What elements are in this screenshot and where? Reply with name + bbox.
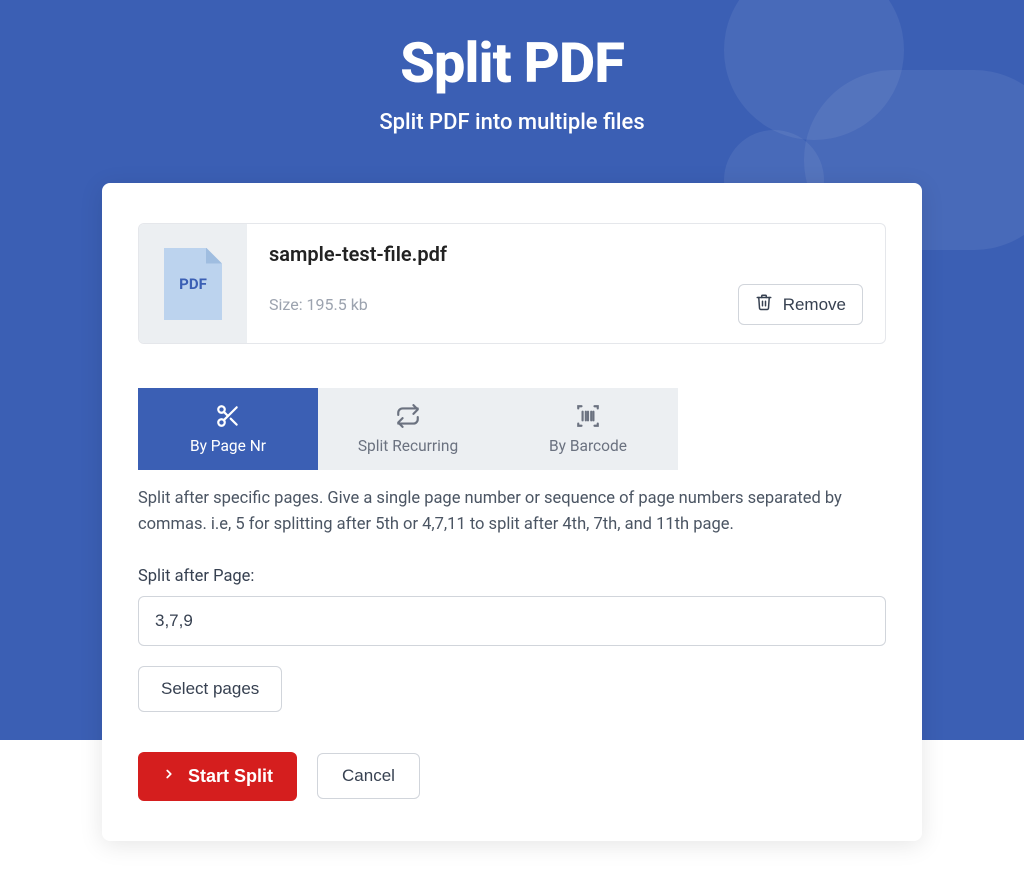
select-pages-button[interactable]: Select pages: [138, 666, 282, 712]
tab-split-recurring[interactable]: Split Recurring: [318, 388, 498, 470]
tab-label: By Barcode: [549, 437, 627, 455]
chevron-right-icon: [162, 765, 176, 788]
cancel-label: Cancel: [342, 766, 395, 786]
barcode-icon: [575, 403, 601, 429]
tab-label: Split Recurring: [358, 437, 458, 455]
scissors-icon: [215, 403, 241, 429]
tab-by-page-nr[interactable]: By Page Nr: [138, 388, 318, 470]
file-size: Size: 195.5 kb: [269, 295, 368, 314]
file-name: sample-test-file.pdf: [269, 242, 863, 266]
start-split-button[interactable]: Start Split: [138, 752, 297, 801]
split-after-page-input[interactable]: [138, 596, 886, 646]
tab-by-barcode[interactable]: By Barcode: [498, 388, 678, 470]
split-mode-tabs: By Page Nr Split Recurring: [138, 388, 886, 470]
remove-button-label: Remove: [783, 295, 846, 315]
file-row: PDF sample-test-file.pdf Size: 195.5 kb: [138, 223, 886, 344]
pdf-file-icon: PDF: [164, 248, 222, 320]
split-after-page-label: Split after Page:: [138, 567, 886, 586]
trash-icon: [755, 293, 773, 316]
help-text: Split after specific pages. Give a singl…: [138, 486, 886, 539]
select-pages-label: Select pages: [161, 679, 259, 698]
page-title: Split PDF: [0, 0, 1024, 96]
cancel-button[interactable]: Cancel: [317, 753, 420, 799]
start-split-label: Start Split: [188, 766, 273, 787]
file-info: sample-test-file.pdf Size: 195.5 kb Remo…: [247, 224, 885, 343]
page-subtitle: Split PDF into multiple files: [0, 110, 1024, 135]
main-card: PDF sample-test-file.pdf Size: 195.5 kb: [102, 183, 922, 841]
file-meta-row: Size: 195.5 kb Remove: [269, 284, 863, 325]
action-row: Start Split Cancel: [138, 752, 886, 801]
refresh-icon: [395, 403, 421, 429]
file-thumbnail: PDF: [139, 224, 247, 343]
pdf-badge-text: PDF: [179, 275, 207, 293]
remove-file-button[interactable]: Remove: [738, 284, 863, 325]
tab-label: By Page Nr: [190, 437, 266, 455]
